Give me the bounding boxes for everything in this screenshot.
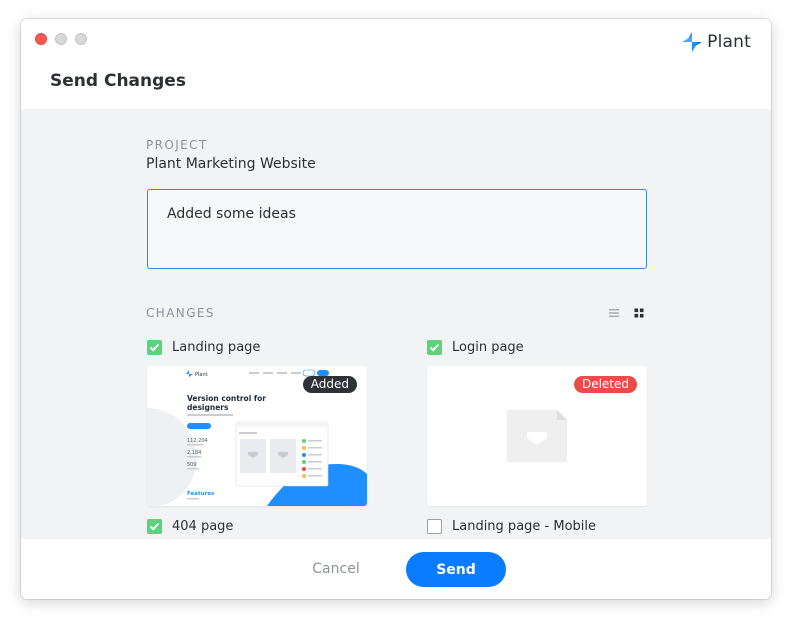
deleted-file-icon [507,410,567,462]
checkmark-icon [149,522,160,531]
preview-features: Features [187,491,215,497]
commit-message-input[interactable]: Added some ideas [147,189,647,269]
change-checkbox[interactable] [147,518,162,534]
change-name: Landing page - Mobile [452,518,597,534]
list-view-icon[interactable] [607,306,621,320]
dialog-title: Send Changes [50,71,186,91]
change-item-404-page: 404 page [147,516,367,536]
change-checkbox[interactable] [147,339,162,355]
send-button[interactable]: Send [406,552,506,587]
change-name: Landing page [172,339,261,355]
send-changes-window: Plant Send Changes PROJECT Plant Marketi… [21,19,771,599]
dialog-body: PROJECT Plant Marketing Website Added so… [21,109,771,539]
change-item-login-page: Login page Deleted [427,337,647,506]
minimize-window-button[interactable] [55,33,67,45]
preview-heading-line2: designers [187,403,229,412]
project-name: Plant Marketing Website [146,156,316,172]
change-name: 404 page [172,518,234,534]
checkmark-icon [149,343,160,352]
change-thumbnail[interactable]: Deleted [427,366,647,506]
status-badge: Added [302,376,357,393]
change-item-landing-page-mobile: Landing page - Mobile [427,516,647,536]
project-label: PROJECT [146,138,208,152]
change-checkbox[interactable] [427,339,442,355]
dialog-footer: Cancel Send [21,539,771,599]
brand: Plant [681,31,751,53]
maximize-window-button[interactable] [75,33,87,45]
change-name: Login page [452,339,524,355]
title-bar: Plant Send Changes [21,19,771,109]
preview-nav-brand: Plant [195,372,208,378]
preview-stat-3: 509 [187,462,197,468]
plant-logo-icon [682,32,703,52]
checkmark-icon [429,343,440,352]
close-window-button[interactable] [35,33,47,45]
change-item-landing-page: Landing page Plant Version control for d… [147,337,367,506]
change-checkbox[interactable] [427,518,442,534]
preview-stat-2: 2,184 [187,450,201,456]
grid-view-icon[interactable] [632,306,646,320]
preview-stat-1: 112,204 [187,438,208,444]
brand-name: Plant [707,32,751,52]
status-badge: Deleted [573,376,637,393]
cancel-button[interactable]: Cancel [291,553,381,585]
change-thumbnail[interactable]: Plant Version control for designers 112,… [147,366,367,506]
changes-label: CHANGES [146,306,215,320]
preview-heading-line1: Version control for [187,394,266,403]
